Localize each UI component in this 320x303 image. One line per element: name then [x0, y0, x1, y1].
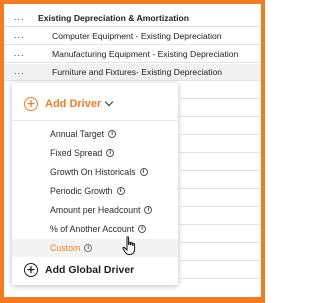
row-menu-button[interactable]: ... [14, 66, 25, 76]
add-circle-icon: + [24, 263, 38, 277]
driver-option-periodic-growth[interactable]: Periodic Growth i [12, 182, 178, 200]
empty-row [180, 136, 261, 153]
table-row: ... Existing Depreciation & Amortization [4, 10, 261, 27]
row-label: Manufacturing Equipment - Existing Depre… [52, 49, 239, 59]
row-label: Existing Depreciation & Amortization [38, 13, 190, 23]
add-circle-icon: + [24, 97, 38, 111]
empty-row [180, 100, 261, 117]
option-label: % of Another Account [50, 224, 135, 234]
hand-pointer-cursor-icon [122, 236, 136, 255]
empty-row [180, 208, 261, 225]
driver-option-annual-target[interactable]: Annual Target i [12, 125, 178, 143]
option-label: Growth On Historicals [50, 167, 136, 177]
info-icon[interactable]: i [144, 206, 153, 214]
driver-dropdown-menu: + Add Driver Annual Target i Fixed Sprea… [12, 83, 178, 285]
driver-option-percent-of-another-account[interactable]: % of Another Account i [12, 220, 178, 238]
option-label: Amount per Headcount [50, 205, 141, 215]
add-driver-button[interactable]: + Add Driver [24, 95, 114, 113]
option-label: Custom [50, 243, 81, 253]
info-icon[interactable]: i [108, 130, 117, 138]
table-row: ... Computer Equipment - Existing Deprec… [4, 28, 261, 45]
empty-row [180, 172, 261, 189]
driver-option-amount-per-headcount[interactable]: Amount per Headcount i [12, 201, 178, 219]
add-global-driver-label: Add Global Driver [45, 264, 135, 276]
row-label: Computer Equipment - Existing Depreciati… [52, 31, 222, 41]
empty-row [180, 190, 261, 207]
add-global-driver-button[interactable]: + Add Global Driver [24, 261, 134, 279]
row-menu-button[interactable]: ... [14, 48, 25, 58]
info-icon[interactable]: i [84, 244, 93, 252]
info-icon[interactable]: i [106, 149, 115, 157]
option-label: Fixed Spread [50, 148, 103, 158]
table-row: ... Manufacturing Equipment - Existing D… [4, 46, 261, 63]
option-label: Annual Target [50, 129, 105, 139]
chevron-down-icon [105, 97, 114, 107]
empty-row [180, 244, 261, 261]
row-menu-button[interactable]: ... [14, 12, 25, 22]
add-driver-label: Add Driver [45, 98, 102, 110]
empty-row [180, 226, 261, 243]
account-grid: ... Existing Depreciation & Amortization… [4, 4, 261, 297]
empty-row [180, 154, 261, 171]
info-icon[interactable]: i [138, 225, 147, 233]
empty-row [180, 82, 261, 99]
table-row-selected[interactable]: ... Furniture and Fixtures- Existing Dep… [4, 64, 261, 81]
driver-option-fixed-spread[interactable]: Fixed Spread i [12, 144, 178, 162]
driver-option-custom[interactable]: Custom i [12, 239, 178, 257]
row-menu-button[interactable]: ... [14, 30, 25, 40]
empty-row [180, 118, 261, 135]
driver-option-growth-on-historicals[interactable]: Growth On Historicals i [12, 163, 178, 181]
info-icon[interactable]: i [139, 168, 148, 176]
option-label: Periodic Growth [50, 186, 113, 196]
info-icon[interactable]: i [116, 187, 125, 195]
menu-divider [12, 120, 178, 121]
empty-row [180, 262, 261, 279]
row-label: Furniture and Fixtures- Existing Depreci… [52, 67, 223, 77]
